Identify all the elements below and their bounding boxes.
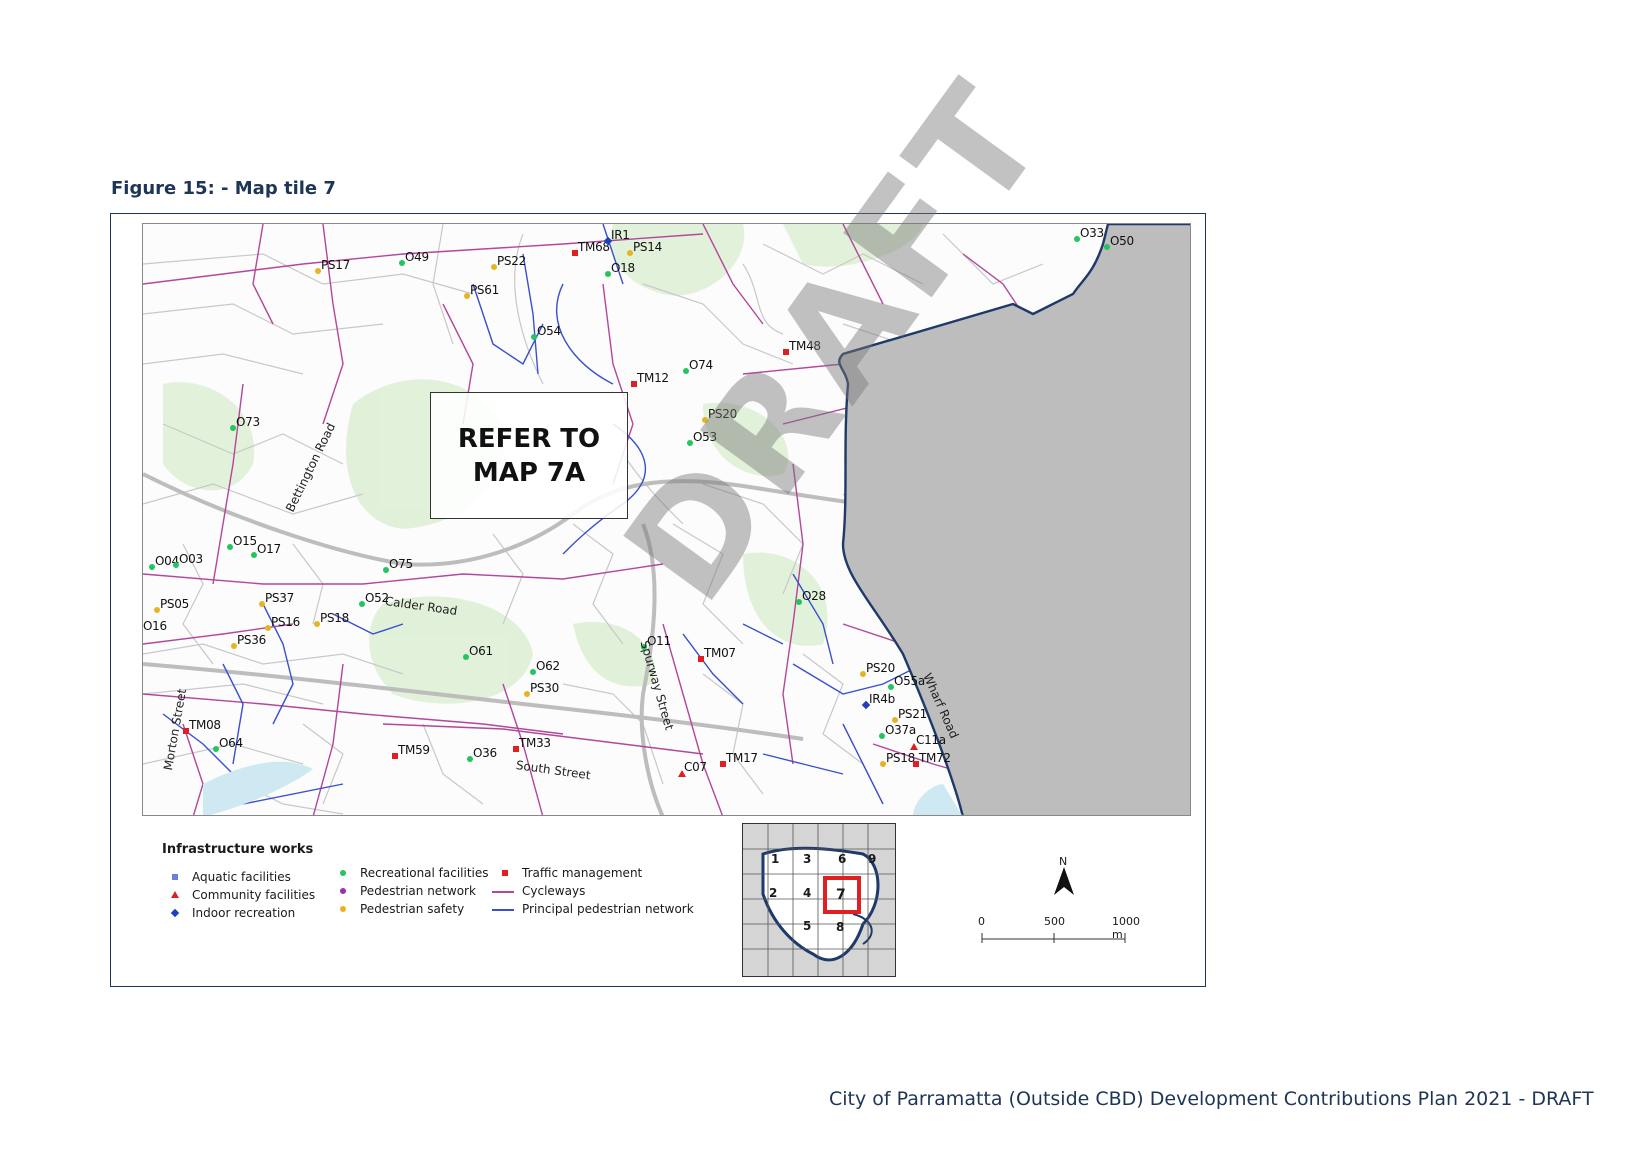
legend-item-label: Recreational facilities: [360, 866, 489, 880]
inset-tile-6[interactable]: 6: [838, 852, 846, 866]
legend-symbol-line-icon: [492, 909, 514, 911]
refer-box-line2: MAP 7A: [472, 457, 586, 488]
legend-item-label: Traffic management: [522, 866, 643, 880]
legend-item-label: Principal pedestrian network: [522, 902, 694, 916]
map-label-tm08: TM08: [189, 718, 221, 732]
inset-graphic: [743, 824, 895, 976]
map-label-tm12: TM12: [637, 371, 669, 385]
inset-tile-4[interactable]: 4: [803, 886, 811, 900]
map-label-tm17: TM17: [726, 751, 758, 765]
scale-tick-500: 500: [1044, 915, 1065, 928]
map-label-o61: O61: [469, 644, 493, 658]
map-label-ps30: PS30: [530, 681, 559, 695]
map-label-ps36: PS36: [237, 633, 266, 647]
map-label-ps21: PS21: [898, 707, 927, 721]
legend-symbol-circle-icon: [340, 888, 346, 894]
map-label-o15: O15: [233, 534, 257, 548]
map-label-ps37: PS37: [265, 591, 294, 605]
inset-tile-2[interactable]: 2: [769, 886, 777, 900]
map-label-o17: O17: [257, 542, 281, 556]
map-label-o37a: O37a: [885, 723, 916, 737]
map-label-ps05: PS05: [160, 597, 189, 611]
map-label-o54: O54: [537, 324, 561, 338]
map-label-ps18: PS18: [320, 611, 349, 625]
page-footer: City of Parramatta (Outside CBD) Develop…: [829, 1088, 1594, 1110]
legend-item-label: Pedestrian safety: [360, 902, 465, 916]
map-label-ps22: PS22: [497, 254, 526, 268]
map-label-c07: C07: [684, 760, 707, 774]
map-label-o33: O33: [1080, 226, 1104, 240]
map-label-tm59: TM59: [398, 743, 430, 757]
map-label-ps14: PS14: [633, 240, 662, 254]
map-label-ir1: IR1: [611, 228, 630, 242]
legend-item-label: Aquatic facilities: [192, 870, 291, 884]
scale-bar-graphic: [981, 933, 1126, 943]
map-label-ps20: PS20: [708, 407, 737, 421]
legend-symbol-circle-icon: [340, 870, 346, 876]
inset-tile-3[interactable]: 3: [803, 852, 811, 866]
map-label-o64: O64: [219, 736, 243, 750]
figure-title: Figure 15: - Map tile 7: [111, 178, 336, 199]
legend-item-label: Pedestrian network: [360, 884, 476, 898]
inset-tile-5[interactable]: 5: [803, 919, 811, 933]
inset-locator-map[interactable]: 1 2 3 4 5 6 7 8 9: [742, 823, 896, 977]
map-label-ps18: PS18: [886, 751, 915, 765]
north-arrow-icon: [1054, 867, 1074, 895]
inset-tile-9[interactable]: 9: [868, 852, 876, 866]
map-label-o03: O03: [179, 552, 203, 566]
map-label-tm07: TM07: [704, 646, 736, 660]
map-label-o53: O53: [693, 430, 717, 444]
map-label-o50: O50: [1110, 234, 1134, 248]
inset-tile-7[interactable]: 7: [836, 887, 846, 903]
map-label-tm33: TM33: [519, 736, 551, 750]
map-label-ps20: PS20: [866, 661, 895, 675]
legend-item-label: Indoor recreation: [192, 906, 296, 920]
map-label-c11a: C11a: [916, 733, 946, 747]
map-label-ps61: PS61: [470, 283, 499, 297]
map-label-o18: O18: [611, 261, 635, 275]
legend-symbol-circle-icon: [340, 906, 346, 912]
map-label-tm72: TM72: [919, 751, 951, 765]
map-label-o73: O73: [236, 415, 260, 429]
river: [203, 761, 313, 815]
inset-tile-1[interactable]: 1: [771, 852, 779, 866]
legend-title: Infrastructure works: [162, 842, 314, 857]
legend-symbol-square-icon: [502, 870, 508, 876]
scale-tick-1000: 1000 m: [1112, 915, 1140, 941]
map-label-tm48: TM48: [789, 339, 821, 353]
map-label-ps17: PS17: [321, 258, 350, 272]
inset-tile-8[interactable]: 8: [836, 920, 844, 934]
scale-tick-0: 0: [978, 915, 985, 928]
map-label-o62: O62: [536, 659, 560, 673]
map-label-o75: O75: [389, 557, 413, 571]
map-label-o49: O49: [405, 250, 429, 264]
map-label-o36: O36: [473, 746, 497, 760]
legend-symbol-line-icon: [492, 891, 514, 893]
legend-symbol-triangle-icon: [171, 891, 179, 898]
legend-symbol-square-icon: [172, 874, 178, 880]
legend-item-label: Cycleways: [522, 884, 586, 898]
legend-item-label: Community facilities: [192, 888, 316, 902]
refer-box-line1: REFER TO: [457, 423, 601, 454]
map-label-ps16: PS16: [271, 615, 300, 629]
refer-to-map-7a-box[interactable]: REFER TO MAP 7A: [430, 392, 628, 519]
map-label-o28: O28: [802, 589, 826, 603]
map-label-o16: O16: [143, 619, 167, 633]
map-label-ir4b: IR4b: [869, 692, 895, 706]
map-label-o74: O74: [689, 358, 713, 372]
map-view[interactable]: PS17 O49 PS22 TM68 IR1 PS14 O18 PS61 O54 TM48 O74 T…: [142, 223, 1191, 816]
